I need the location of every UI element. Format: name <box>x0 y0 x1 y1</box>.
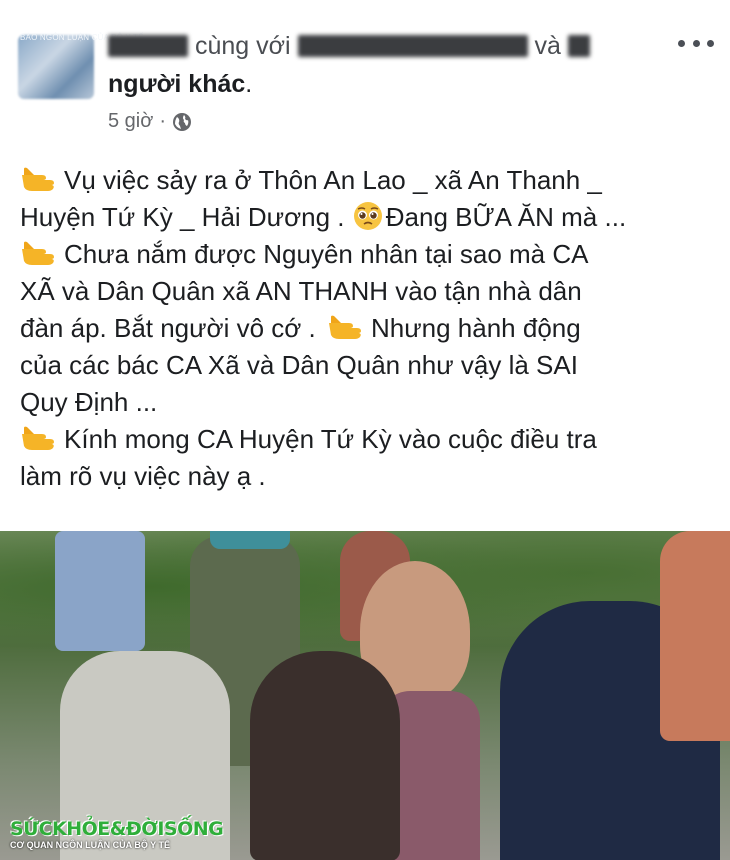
post-text: Vụ việc sảy ra ở Thôn An Lao _ xã An Tha… <box>64 165 602 195</box>
post-line: làm rõ vụ việc này ạ . <box>20 458 720 495</box>
blurred-name[interactable] <box>108 35 188 57</box>
post-text: Nhưng hành động <box>371 313 581 343</box>
photo-hat <box>210 531 290 549</box>
post-line: Kính mong CA Huyện Tứ Kỳ vào cuộc điều t… <box>20 421 720 458</box>
post-photo[interactable] <box>0 531 730 860</box>
pointing-hand-icon <box>22 167 54 191</box>
post-text: Huyện Tứ Kỳ _ Hải Dương . <box>20 202 345 232</box>
timestamp[interactable]: 5 giờ <box>108 110 153 133</box>
post-text: Quy Định ... <box>20 387 158 417</box>
pointing-hand-icon <box>329 315 362 339</box>
post-text: Đang BỮA ĂN mà ... <box>385 202 627 232</box>
post-line: Vụ việc sảy ra ở Thôn An Lao _ xã An Tha… <box>20 162 720 199</box>
title-and-text: và <box>534 32 561 60</box>
post-text: Chưa nắm được Nguyên nhân tại sao mà CA <box>64 239 589 269</box>
post-header: BÁO NGÔN LUẬN CỦA BỘ Y TẾ cùng với và ng… <box>0 0 730 150</box>
blurred-name[interactable] <box>297 35 528 57</box>
globe-icon[interactable] <box>172 112 192 132</box>
post-title-line: cùng với và <box>108 32 590 61</box>
post-text: của các bác CA Xã và Dân Quân như vậy là… <box>20 350 578 380</box>
watermark-logo: SỨCKHỎE&ĐỜISỐNG <box>10 818 224 840</box>
more-options-dot <box>678 39 685 47</box>
meta-separator: · <box>159 110 167 132</box>
post-line: của các bác CA Xã và Dân Quân như vậy là… <box>20 347 720 384</box>
others-link[interactable]: người khác <box>108 70 245 98</box>
post-line: XÃ và Dân Quân xã AN THANH vào tận nhà d… <box>20 273 720 310</box>
post-text: Kính mong CA Huyện Tứ Kỳ vào cuộc điều t… <box>64 424 597 454</box>
avatar[interactable] <box>18 35 94 99</box>
post-meta: 5 giờ · <box>108 110 192 133</box>
title-with-text: cùng với <box>194 32 291 60</box>
post-line: Huyện Tứ Kỳ _ Hải Dương . Đang BỮA ĂN mà… <box>20 199 720 236</box>
pointing-hand-icon <box>22 241 54 265</box>
post-text: XÃ và Dân Quân xã AN THANH vào tận nhà d… <box>20 276 582 306</box>
pointing-hand-icon <box>22 426 54 450</box>
more-options-dot <box>707 39 714 47</box>
post-line: Quy Định ... <box>20 384 720 421</box>
post-text: đàn áp. Bắt người vô cớ . <box>20 313 316 343</box>
more-options-button[interactable] <box>678 30 714 56</box>
photo-person <box>55 531 145 651</box>
pleading-face-icon <box>353 202 382 230</box>
post-title-others: người khác. <box>108 70 252 99</box>
more-options-dot <box>692 39 700 47</box>
watermark: SỨCKHỎE&ĐỜISỐNG CƠ QUAN NGÔN LUẬN CỦA BỘ… <box>10 818 224 850</box>
post-text: làm rõ vụ việc này ạ . <box>20 461 266 491</box>
post-line: Chưa nắm được Nguyên nhân tại sao mà CA <box>20 236 720 273</box>
watermark-subtitle: CƠ QUAN NGÔN LUẬN CỦA BỘ Y TẾ <box>10 840 171 850</box>
photo-person <box>250 651 400 860</box>
post-body: Vụ việc sảy ra ở Thôn An Lao _ xã An Tha… <box>20 162 720 495</box>
blurred-count <box>567 35 590 57</box>
title-end: . <box>245 70 253 98</box>
photo-person <box>660 531 730 741</box>
post-line: đàn áp. Bắt người vô cớ . Nhưng hành độn… <box>20 310 720 347</box>
